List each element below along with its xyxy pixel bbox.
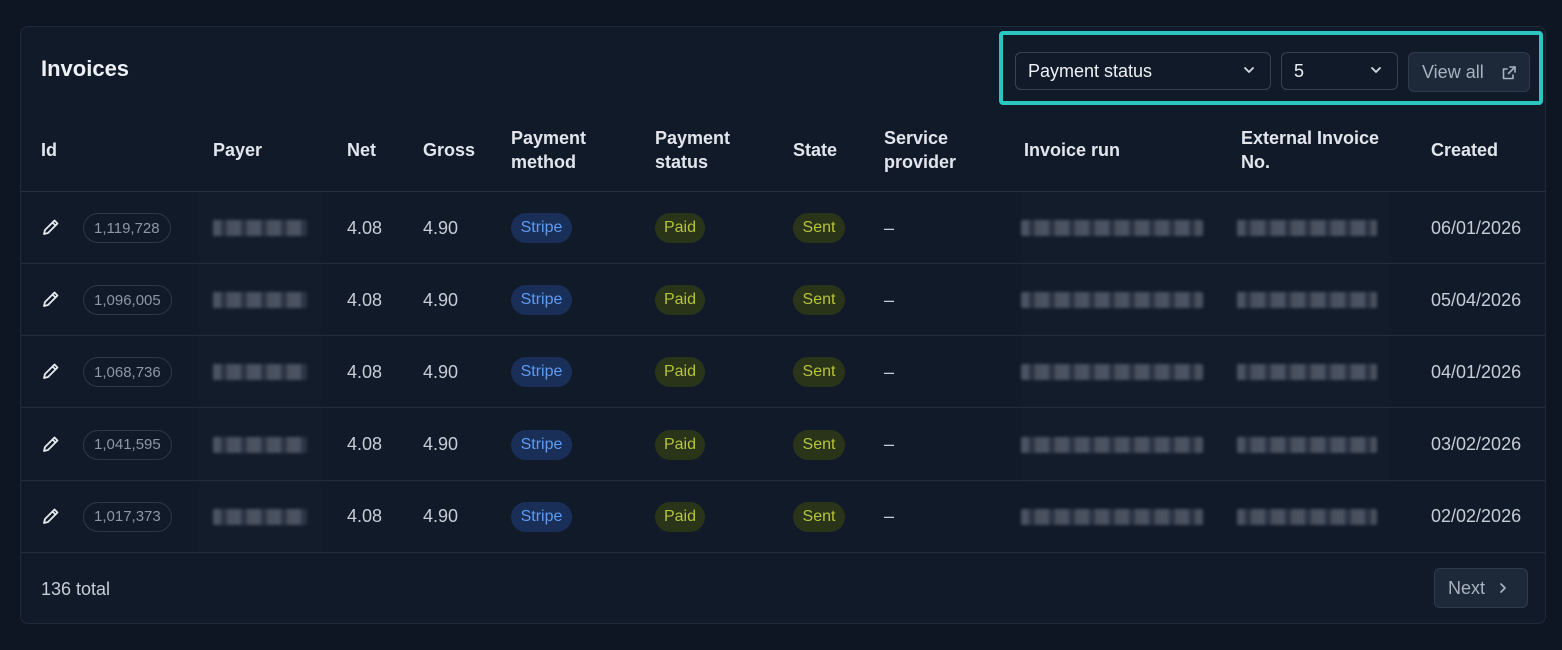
created-date: 04/01/2026: [1431, 361, 1522, 382]
state-badge: Sent: [793, 429, 845, 460]
created-date: 02/02/2026: [1431, 506, 1522, 527]
payment-status-badge: Paid: [655, 285, 705, 316]
external-invoice-no-redacted: [1237, 508, 1377, 525]
payment-method-badge: Stripe: [511, 285, 572, 316]
payer-redacted: [213, 220, 307, 236]
column-header-payer: Payer: [213, 140, 263, 160]
created-date: 05/04/2026: [1431, 289, 1522, 310]
net-amount: 4.08: [347, 361, 383, 382]
payment-status-badge: Paid: [655, 357, 705, 388]
invoice-run-redacted: [1021, 292, 1203, 309]
net-amount: 4.08: [347, 434, 383, 455]
pencil-icon[interactable]: [41, 289, 61, 309]
column-header-service-provider: Service provider: [884, 128, 957, 172]
next-label: Next: [1448, 577, 1486, 598]
chevron-down-icon: [1371, 67, 1381, 73]
column-header-external-invoice-no: External Invoice No.: [1241, 128, 1380, 172]
external-invoice-no-redacted: [1237, 436, 1377, 453]
view-all-button[interactable]: View all: [1408, 52, 1530, 92]
service-provider: –: [884, 217, 895, 238]
table-row[interactable]: 1,068,736 4.08 4.90 Stripe Paid Sent – 0…: [21, 336, 1545, 409]
payment-method-badge: Stripe: [511, 213, 572, 243]
service-provider: –: [884, 289, 895, 310]
page-size-select[interactable]: 5: [1281, 52, 1398, 90]
state-badge: Sent: [793, 501, 845, 532]
payment-status-badge: Paid: [655, 501, 705, 532]
invoice-id-badge[interactable]: 1,119,728: [83, 213, 171, 243]
service-provider: –: [884, 506, 895, 527]
service-provider: –: [884, 361, 895, 382]
payment-status-filter-value: Payment status: [1028, 60, 1153, 81]
next-page-button[interactable]: Next: [1434, 568, 1528, 608]
net-amount: 4.08: [347, 217, 383, 238]
column-header-id: Id: [41, 140, 57, 160]
gross-amount: 4.90: [423, 217, 459, 238]
external-invoice-no-redacted: [1237, 220, 1377, 236]
invoices-card: Invoices Payment status 5 View all Id Pa…: [20, 26, 1546, 624]
table-row[interactable]: 1,119,728 4.08 4.90 Stripe Paid Sent – 0…: [21, 192, 1545, 264]
created-date: 06/01/2026: [1431, 217, 1522, 238]
state-badge: Sent: [793, 357, 845, 388]
column-header-payment-status: Payment status: [655, 128, 731, 172]
total-count: 136 total: [41, 579, 111, 599]
pencil-icon[interactable]: [41, 217, 61, 237]
page-size-value: 5: [1294, 60, 1305, 81]
service-provider: –: [884, 434, 895, 455]
table-row[interactable]: 1,041,595 4.08 4.90 Stripe Paid Sent – 0…: [21, 409, 1545, 481]
state-badge: Sent: [793, 213, 845, 243]
table-row[interactable]: 1,096,005 4.08 4.90 Stripe Paid Sent – 0…: [21, 264, 1545, 337]
net-amount: 4.08: [347, 289, 383, 310]
column-header-payment-method: Payment method: [511, 128, 587, 172]
card-title: Invoices: [41, 56, 130, 81]
external-invoice-no-redacted: [1237, 364, 1377, 381]
view-all-label: View all: [1422, 61, 1484, 82]
toolbar-highlight: Payment status 5 View all: [999, 31, 1543, 105]
invoice-run-redacted: [1021, 220, 1203, 236]
payer-redacted: [213, 508, 307, 525]
invoice-id-badge[interactable]: 1,017,373: [83, 501, 172, 532]
invoice-id-badge[interactable]: 1,096,005: [83, 285, 172, 316]
external-link-icon: [1502, 66, 1516, 80]
gross-amount: 4.90: [423, 506, 459, 527]
gross-amount: 4.90: [423, 361, 459, 382]
invoice-run-redacted: [1021, 364, 1203, 381]
payment-method-badge: Stripe: [511, 501, 572, 532]
state-badge: Sent: [793, 285, 845, 316]
net-amount: 4.08: [347, 506, 383, 527]
invoice-run-redacted: [1021, 508, 1203, 525]
invoice-id-badge[interactable]: 1,041,595: [83, 429, 172, 460]
invoice-id-badge[interactable]: 1,068,736: [83, 357, 172, 388]
payment-status-badge: Paid: [655, 429, 705, 460]
column-header-created: Created: [1431, 140, 1499, 160]
column-header-gross: Gross: [423, 140, 476, 160]
payment-method-badge: Stripe: [511, 357, 572, 388]
chevron-right-icon: [1500, 583, 1506, 593]
external-invoice-no-redacted: [1237, 292, 1377, 309]
payer-redacted: [213, 292, 307, 309]
gross-amount: 4.90: [423, 434, 459, 455]
pencil-icon[interactable]: [41, 506, 61, 526]
payment-status-filter-select[interactable]: Payment status: [1015, 52, 1271, 90]
column-header-invoice-run: Invoice run: [1024, 140, 1121, 160]
pencil-icon[interactable]: [41, 434, 61, 454]
gross-amount: 4.90: [423, 289, 459, 310]
created-date: 03/02/2026: [1431, 434, 1522, 455]
payer-redacted: [213, 364, 307, 381]
chevron-down-icon: [1244, 67, 1254, 73]
table-row[interactable]: 1,017,373 4.08 4.90 Stripe Paid Sent – 0…: [21, 481, 1545, 553]
payment-status-badge: Paid: [655, 213, 705, 243]
column-header-net: Net: [347, 140, 377, 160]
payer-redacted: [213, 436, 307, 453]
payment-method-badge: Stripe: [511, 429, 572, 460]
invoice-run-redacted: [1021, 436, 1203, 453]
column-header-state: State: [793, 140, 838, 160]
pencil-icon[interactable]: [41, 361, 61, 381]
